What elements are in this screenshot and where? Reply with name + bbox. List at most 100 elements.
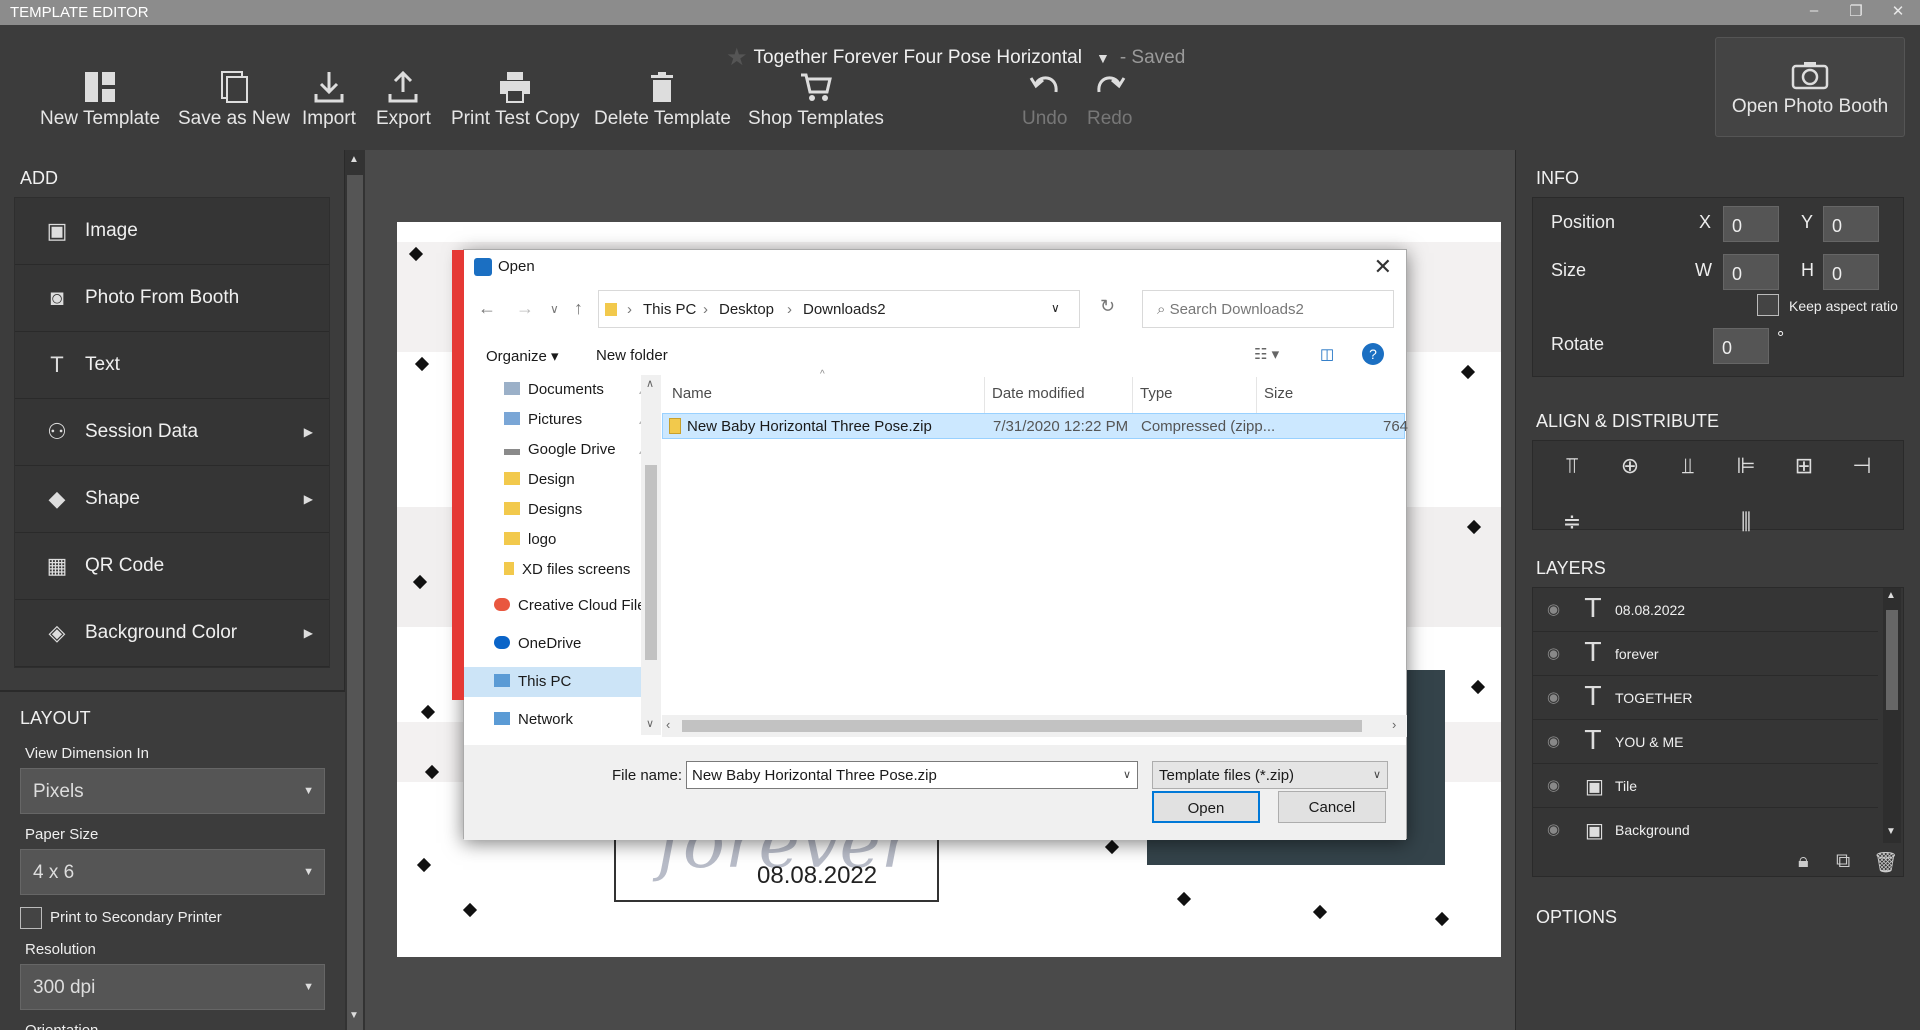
column-header-type[interactable]: Type [1140,385,1173,402]
x-input[interactable]: 0 [1723,206,1779,242]
help-icon[interactable]: ? [1362,343,1384,365]
scrollbar-thumb[interactable] [347,175,363,1030]
nav-item-network[interactable]: Network [464,705,659,735]
eye-icon[interactable]: ◉ [1547,600,1560,618]
w-input[interactable]: 0 [1723,254,1779,290]
scroll-right-icon[interactable]: › [1392,717,1396,732]
add-shape-button[interactable]: ◆ Shape ▶ [15,466,329,533]
chevron-down-icon[interactable]: ∨ [1373,768,1381,781]
scrollbar-thumb[interactable] [682,720,1362,732]
keep-aspect-checkbox[interactable] [1757,294,1779,316]
align-top-icon[interactable]: ⫪ [1543,453,1601,491]
preview-pane-icon[interactable]: ◫ [1320,345,1334,363]
duplicate-icon[interactable]: ⧉ [1836,850,1850,873]
delete-template-button[interactable]: Delete Template [594,70,731,130]
undo-button[interactable]: Undo [1022,70,1067,130]
scroll-up-icon[interactable]: ▲ [1886,590,1896,601]
layer-row[interactable]: ◉ T YOU & ME [1533,720,1878,764]
nav-item-google-drive[interactable]: Google Drive📌︎ [464,435,659,465]
align-right-icon[interactable]: ⊣ [1833,453,1891,491]
column-divider[interactable] [984,377,985,413]
scroll-up-icon[interactable]: ▲ [349,154,359,165]
layer-row[interactable]: ◉ T TOGETHER [1533,676,1878,720]
add-qr-code-button[interactable]: ▦ QR Code [15,533,329,600]
breadcrumb-desktop[interactable]: Desktop [719,301,774,318]
recent-chevron-icon[interactable]: ∨ [550,302,559,316]
nav-item-creative-cloud[interactable]: Creative Cloud Files [464,591,659,621]
chevron-down-icon[interactable]: ∨ [1051,301,1060,315]
scroll-up-icon[interactable]: ∧ [646,377,654,390]
column-divider[interactable] [1132,377,1133,413]
file-row[interactable]: New Baby Horizontal Three Pose.zip 7/31/… [662,413,1408,439]
search-input[interactable]: ⌕ Search Downloads2 [1142,290,1394,328]
scroll-down-icon[interactable]: ▼ [1886,826,1896,837]
forward-arrow-icon[interactable]: → [516,298,534,319]
organize-menu[interactable]: Organize ▾ [486,347,559,365]
breadcrumb-this-pc[interactable]: This PC [643,301,696,318]
scrollbar-thumb[interactable] [645,465,657,660]
eye-icon[interactable]: ◉ [1547,644,1560,662]
shop-templates-button[interactable]: Shop Templates [748,70,884,130]
eye-icon[interactable]: ◉ [1547,820,1560,838]
nav-item-design[interactable]: Design [464,465,659,495]
redo-button[interactable]: Redo [1087,70,1132,130]
lock-icon[interactable]: 🔒︎ [1798,850,1809,873]
layer-row[interactable]: ◉ ▣ Background [1533,808,1878,843]
view-options-icon[interactable]: ☷ ▾ [1254,345,1279,363]
layer-row[interactable]: ◉ T 08.08.2022 [1533,588,1878,632]
add-session-data-button[interactable]: ⚇ Session Data ▶ [15,399,329,466]
nav-item-xd-files[interactable]: XD files screens [464,555,659,585]
resolution-select[interactable]: 300 dpi ▼ [20,964,325,1010]
open-button[interactable]: Open [1152,791,1260,823]
align-middle-icon[interactable]: ⊕ [1601,453,1659,491]
layers-scrollbar[interactable]: ▲ ▼ [1883,588,1901,843]
add-background-color-button[interactable]: ◈ Background Color ▶ [15,600,329,667]
date-text[interactable]: 08.08.2022 [757,862,877,890]
nav-item-documents[interactable]: Documents📌︎ [464,375,659,405]
view-dimension-select[interactable]: Pixels ▼ [20,768,325,814]
breadcrumb-downloads2[interactable]: Downloads2 [803,301,886,318]
secondary-printer-checkbox[interactable] [20,907,42,929]
scrollbar-thumb[interactable] [1886,610,1898,710]
left-panel-scrollbar[interactable]: ▲ ▼ [345,150,365,1030]
eye-icon[interactable]: ◉ [1547,732,1560,750]
add-image-button[interactable]: ▣ Image [15,198,329,265]
nav-item-onedrive[interactable]: OneDrive [464,629,659,659]
y-input[interactable]: 0 [1823,206,1879,242]
align-center-icon[interactable]: ⊞ [1775,453,1833,491]
distribute-horizontal-icon[interactable]: ⫼ [1717,509,1775,547]
new-template-button[interactable]: New Template [40,70,160,130]
chevron-down-icon[interactable]: ▼ [1096,50,1110,66]
column-header-date[interactable]: Date modified [992,385,1085,402]
maximize-button[interactable]: ❐ [1842,2,1870,22]
add-text-button[interactable]: T Text [15,332,329,399]
file-list-hscrollbar[interactable]: ‹ › [662,715,1407,737]
nav-item-designs[interactable]: Designs [464,495,659,525]
align-left-icon[interactable]: ⊫ [1717,453,1775,491]
eye-icon[interactable]: ◉ [1547,776,1560,794]
new-folder-button[interactable]: New folder [596,347,668,364]
favorite-star-icon[interactable]: ★ [726,44,748,71]
column-divider[interactable] [1256,377,1257,413]
navigation-scrollbar[interactable]: ∧ ∨ [641,375,661,735]
layer-row[interactable]: ◉ Tforever [1533,632,1878,676]
nav-item-logo[interactable]: logo [464,525,659,555]
file-type-select[interactable]: Template files (*.zip) ∨ [1152,761,1388,789]
chevron-down-icon[interactable]: ∨ [1123,768,1131,781]
print-test-copy-button[interactable]: Print Test Copy [451,70,579,130]
add-photo-from-booth-button[interactable]: ◙ Photo From Booth [15,265,329,332]
h-input[interactable]: 0 [1823,254,1879,290]
address-bar[interactable]: › This PC › Desktop › Downloads2 ∨ [598,290,1080,328]
rotate-input[interactable]: 0 [1713,328,1769,364]
align-bottom-icon[interactable]: ⫫ [1659,453,1717,491]
scroll-down-icon[interactable]: ∨ [646,717,654,730]
refresh-icon[interactable]: ↻ [1100,296,1115,317]
export-button[interactable]: Export [376,70,431,130]
column-header-name[interactable]: Name [672,385,712,402]
paper-size-select[interactable]: 4 x 6 ▼ [20,849,325,895]
close-icon[interactable]: ✕ [1374,254,1392,280]
import-button[interactable]: Import [302,70,356,130]
document-title[interactable]: ★ Together Forever Four Pose Horizontal ▼ -… [726,43,1185,72]
column-header-size[interactable]: Size [1264,385,1293,402]
file-name-input[interactable]: New Baby Horizontal Three Pose.zip ∨ [686,761,1138,789]
